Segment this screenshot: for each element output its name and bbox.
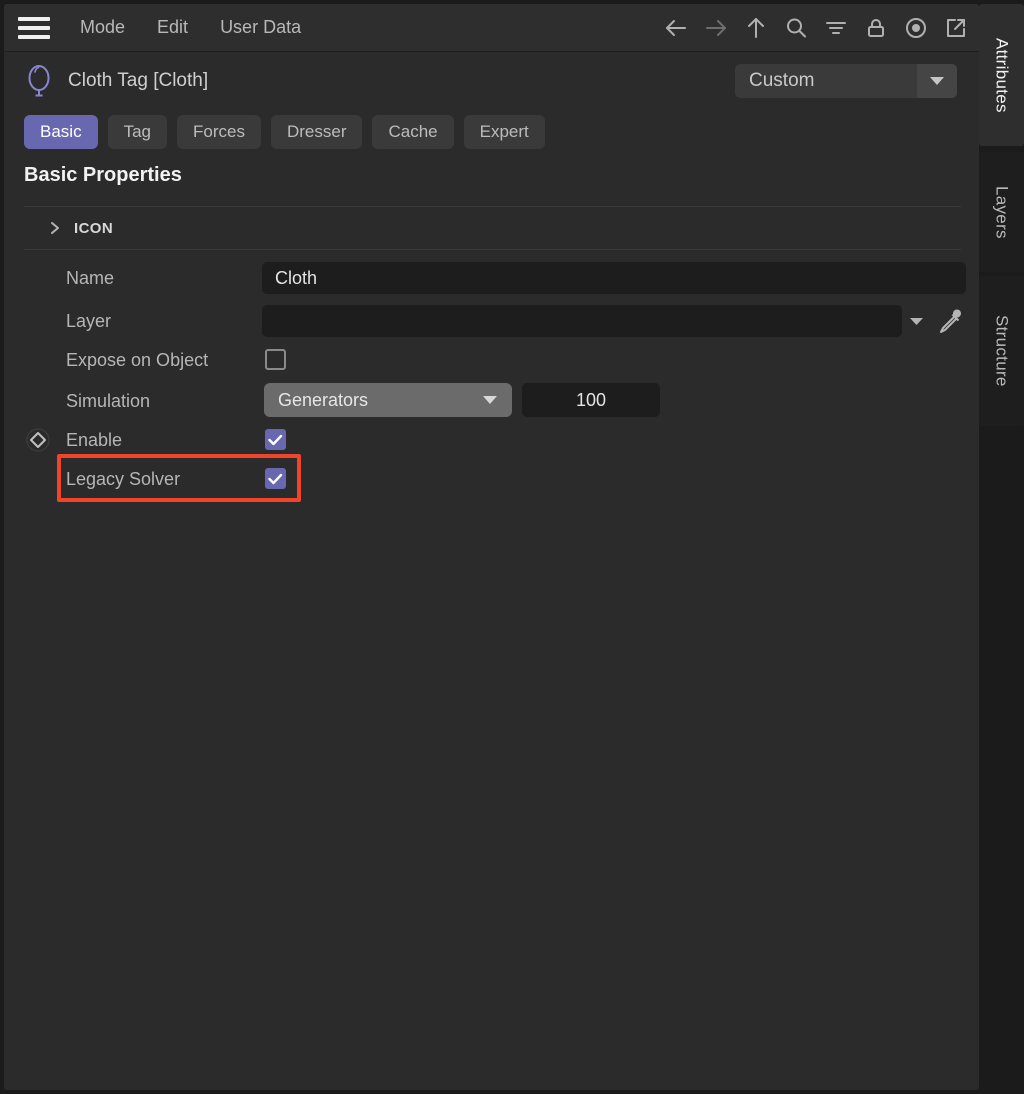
section-title: Basic Properties xyxy=(24,164,182,186)
tab-basic[interactable]: Basic xyxy=(24,115,98,149)
side-tab-layers[interactable]: Layers xyxy=(979,152,1024,272)
expose-on-object-checkbox[interactable] xyxy=(265,349,286,370)
side-tab-structure[interactable]: Structure xyxy=(979,276,1024,426)
side-tab-attributes-label: Attributes xyxy=(992,37,1012,113)
layer-label: Layer xyxy=(66,310,112,331)
group-header-icon[interactable]: ICON xyxy=(24,206,961,250)
attributes-panel: Mode Edit User Data Cloth Tag [Cloth] Cu… xyxy=(4,4,979,1090)
simulation-value: Generators xyxy=(278,389,369,410)
hamburger-bar xyxy=(18,34,50,39)
tab-forces[interactable]: Forces xyxy=(177,115,261,149)
page-title: Cloth Tag [Cloth] xyxy=(68,70,209,91)
menu-item-user-data[interactable]: User Data xyxy=(210,13,311,42)
hamburger-bar xyxy=(18,16,50,21)
tab-cache[interactable]: Cache xyxy=(372,115,454,149)
property-row-layer: Layer xyxy=(4,301,979,341)
group-label: ICON xyxy=(74,219,114,237)
side-tab-layers-label: Layers xyxy=(992,185,1012,239)
eyedropper-icon[interactable] xyxy=(934,305,966,337)
chevron-down-icon[interactable] xyxy=(906,311,926,331)
enable-label: Enable xyxy=(66,429,123,450)
tab-tag[interactable]: Tag xyxy=(107,115,167,149)
chevron-right-icon[interactable] xyxy=(42,220,68,236)
property-row-legacy-solver: Legacy Solver xyxy=(4,459,979,499)
up-arrow-icon[interactable] xyxy=(739,11,773,45)
preset-value: Custom xyxy=(749,70,815,91)
legacy-solver-label: Legacy Solver xyxy=(66,468,181,489)
menu-item-mode[interactable]: Mode xyxy=(70,13,135,42)
record-target-icon[interactable] xyxy=(899,11,933,45)
property-row-name: Name Cloth xyxy=(4,258,979,298)
side-tab-attributes[interactable]: Attributes xyxy=(979,4,1024,146)
hamburger-bar xyxy=(18,25,50,30)
hamburger-menu-icon[interactable] xyxy=(18,16,52,40)
menu-bar: Mode Edit User Data xyxy=(4,4,979,52)
simulation-number-input[interactable]: 100 xyxy=(522,383,660,417)
forward-arrow-icon[interactable] xyxy=(699,11,733,45)
property-row-enable: Enable xyxy=(4,420,979,460)
back-arrow-icon[interactable] xyxy=(659,11,693,45)
open-external-icon[interactable] xyxy=(939,11,973,45)
chevron-down-icon[interactable] xyxy=(917,64,957,98)
layer-input[interactable] xyxy=(262,305,902,337)
menu-item-edit[interactable]: Edit xyxy=(147,13,198,42)
application-window: Mode Edit User Data Cloth Tag [Cloth] Cu… xyxy=(0,0,1024,1094)
toolbar-icon-group xyxy=(659,4,973,52)
name-input[interactable]: Cloth xyxy=(262,262,966,294)
lock-icon[interactable] xyxy=(859,11,893,45)
legacy-solver-checkbox[interactable] xyxy=(265,468,286,489)
chevron-down-icon[interactable] xyxy=(482,395,512,406)
property-row-expose-on-object: Expose on Object xyxy=(4,340,979,380)
side-tab-structure-label: Structure xyxy=(992,315,1012,387)
tab-bar: Basic Tag Forces Dresser Cache Expert xyxy=(4,114,979,150)
tab-expert[interactable]: Expert xyxy=(463,115,545,149)
expose-on-object-label: Expose on Object xyxy=(66,349,209,370)
object-header: Cloth Tag [Cloth] Custom xyxy=(4,53,979,109)
search-icon[interactable] xyxy=(779,11,813,45)
enable-checkbox[interactable] xyxy=(265,429,286,450)
simulation-label: Simulation xyxy=(66,390,151,411)
preset-dropdown[interactable]: Custom xyxy=(735,64,957,98)
property-row-simulation: Simulation Generators 100 xyxy=(4,381,979,421)
tab-dresser[interactable]: Dresser xyxy=(270,115,363,149)
filter-icon[interactable] xyxy=(819,11,853,45)
simulation-dropdown[interactable]: Generators xyxy=(264,383,512,417)
balloon-icon xyxy=(24,64,54,98)
keyframe-diamond-icon[interactable] xyxy=(26,428,50,452)
name-label: Name xyxy=(66,267,115,288)
side-tab-strip: Attributes Layers Structure xyxy=(979,0,1024,1094)
